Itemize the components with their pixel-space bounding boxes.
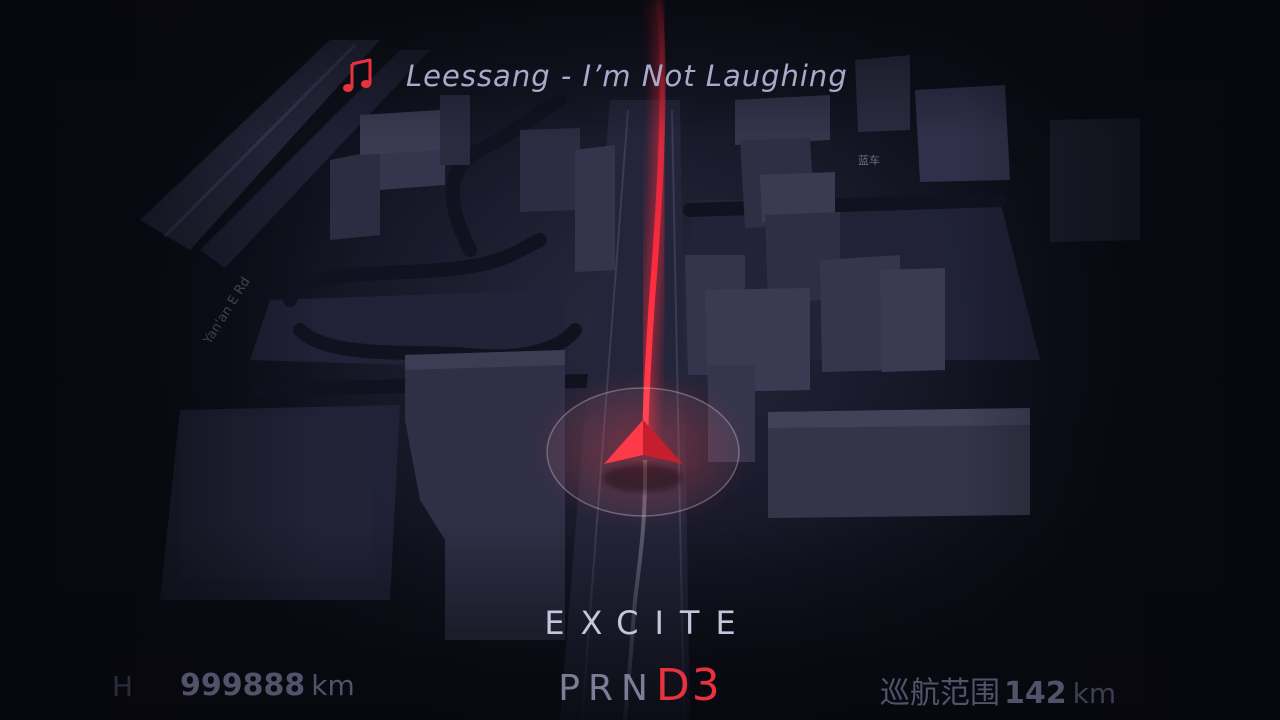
drive-mode-label: EXCITE [544,604,752,642]
odometer-value: 999888 [180,668,306,703]
vehicle-marker [533,370,753,530]
cruise-range-unit: km [1072,677,1117,710]
sign-label: 蓝车 [858,153,880,167]
track-title: Leessang - I’m Not Laughing [406,59,848,93]
music-note-icon [343,58,372,92]
cruise-range: 巡航范围 142 km [880,668,1116,712]
gear-inactive: PRN [558,668,656,709]
now-playing[interactable]: Leessang - I’m Not Laughing [340,54,848,98]
odometer: 999888 km [180,668,355,703]
odometer-prefix: H [112,670,134,703]
gear-indicator: PRND3 [440,660,840,711]
cruise-range-label: 巡航范围 [880,676,1000,711]
odometer-unit: km [311,669,355,702]
street-label: Yan'an E Rd [200,275,253,348]
cruise-range-value: 142 [1004,676,1067,711]
gear-active: D3 [655,660,722,711]
